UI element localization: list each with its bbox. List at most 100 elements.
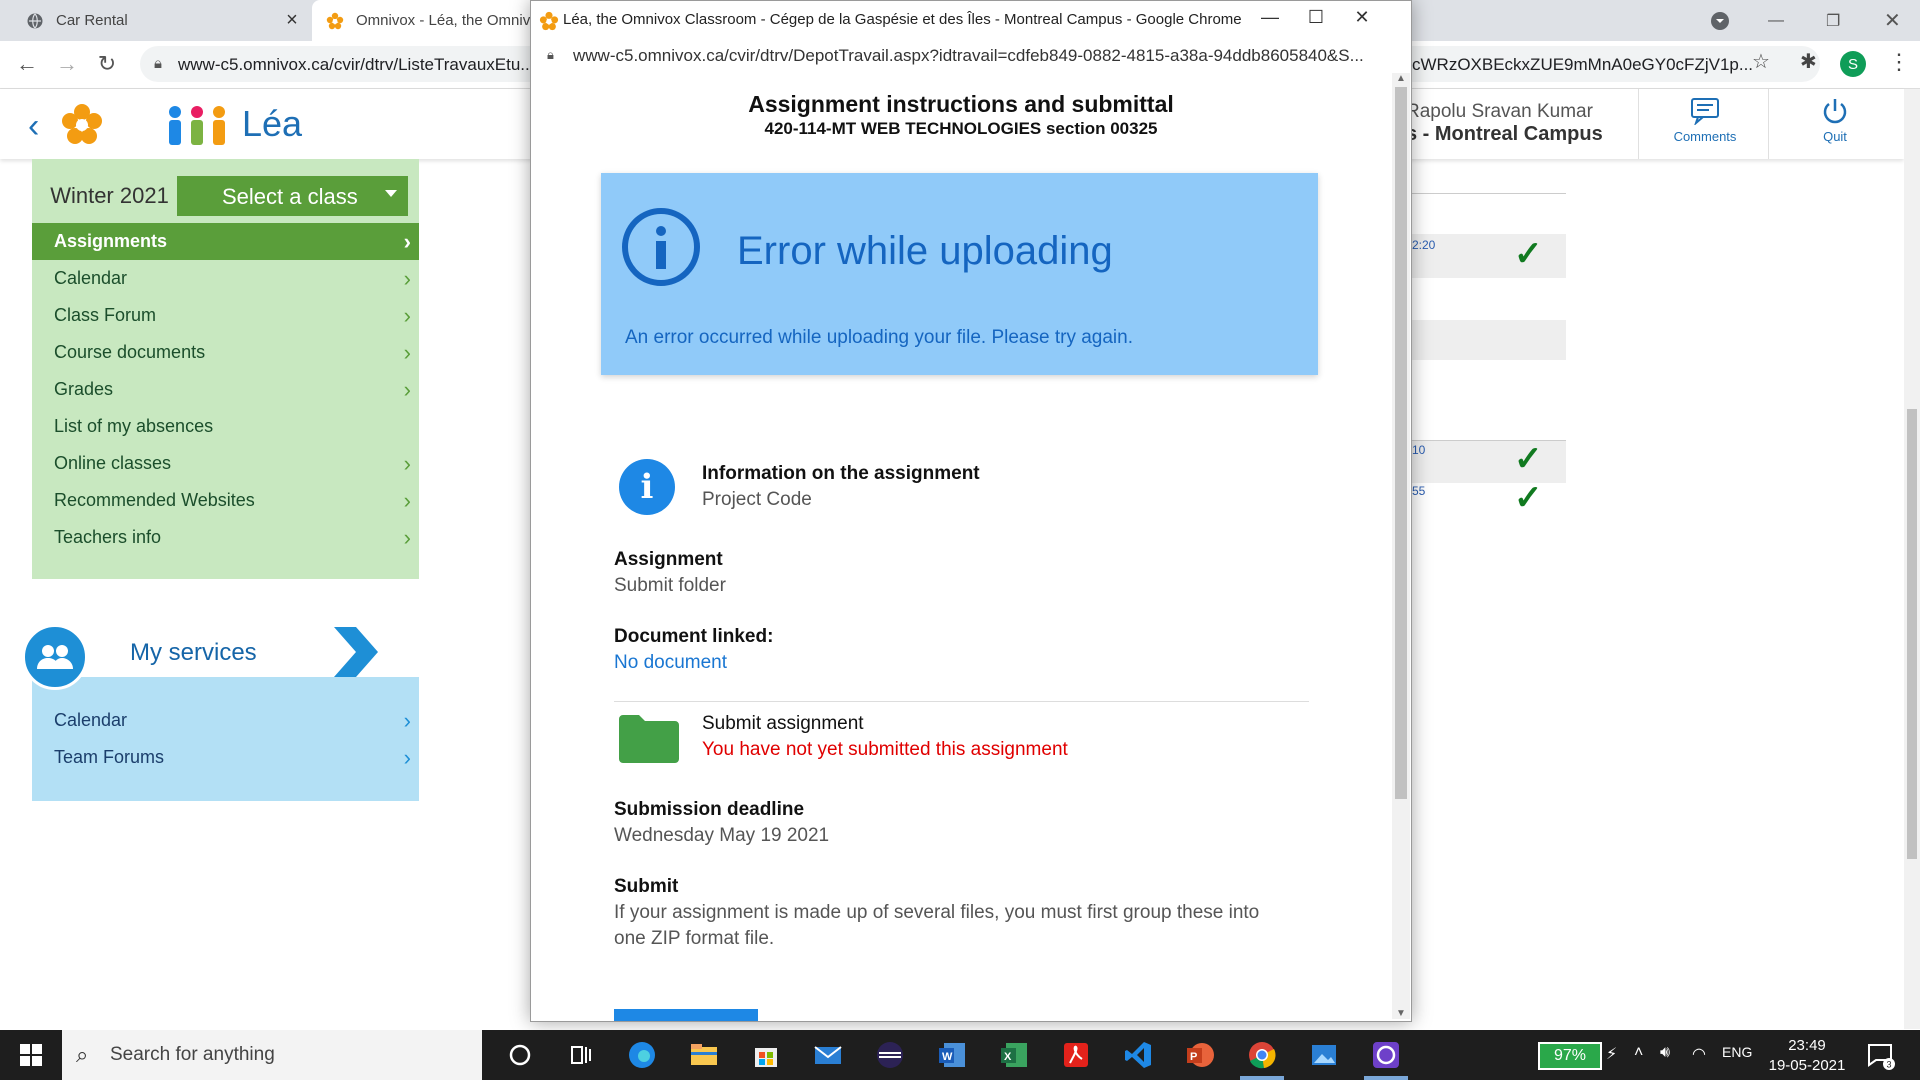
checkmark-icon: ✓ [1514, 479, 1543, 517]
tab-car-rental[interactable]: Car Rental × [12, 0, 304, 41]
service-item-label: Calendar [54, 710, 128, 730]
tab-title: Car Rental [56, 12, 128, 29]
search-icon: ⌕ [76, 1042, 89, 1067]
menu-item-label: Assignments [54, 231, 168, 251]
notification-center-icon[interactable]: 3 [1864, 1039, 1896, 1071]
battery-indicator[interactable]: 97% [1538, 1042, 1602, 1070]
vscode-icon[interactable] [1122, 1039, 1154, 1071]
class-selector[interactable]: Winter 2021 Select a class [42, 176, 408, 216]
menu-item-assignments[interactable]: Assignments › [32, 223, 419, 260]
chevron-right-icon: › [403, 451, 411, 476]
kebab-menu-icon[interactable]: ⋮ [1888, 49, 1910, 75]
document-linked-value[interactable]: No document [614, 652, 727, 674]
row-time: 2:20 [1412, 238, 1436, 252]
chevron-up-icon[interactable]: ˄ [1634, 1044, 1643, 1062]
assignment-label: Assignment [614, 549, 723, 570]
windows-start-icon[interactable] [20, 1044, 42, 1066]
system-clock[interactable]: 23:49 19-05-2021 [1767, 1036, 1847, 1076]
reload-icon[interactable]: ↻ [90, 47, 124, 81]
submit-instructions-line1: If your assignment is made up of several… [614, 902, 1260, 923]
bookmark-star-icon[interactable]: ☆ [1752, 49, 1770, 74]
chevron-right-icon: › [403, 488, 411, 513]
eclipse-icon[interactable] [874, 1039, 906, 1071]
checkmark-icon: ✓ [1514, 440, 1543, 478]
tab-search-icon[interactable] [1710, 0, 1730, 41]
select-class-label: Select a class [222, 184, 358, 209]
svg-text:X: X [1004, 1051, 1012, 1063]
service-item-calendar[interactable]: Calendar › [32, 702, 419, 739]
close-tab-icon[interactable]: × [280, 9, 304, 32]
popup-scrollbar[interactable]: ▲ ▼ [1392, 73, 1410, 1019]
task-view-icon[interactable] [564, 1039, 596, 1071]
menu-item-calendar[interactable]: Calendar › [32, 260, 419, 297]
assignment-row[interactable] [1412, 320, 1566, 360]
edge-browser-icon[interactable] [626, 1039, 658, 1071]
popup-close-button[interactable]: ✕ [1339, 7, 1385, 28]
taskbar-search-placeholder: Search for anything [110, 1044, 275, 1065]
acrobat-icon[interactable] [1060, 1039, 1092, 1071]
comment-icon [1691, 98, 1719, 125]
info-label: Information on the assignment [702, 463, 980, 484]
comments-button[interactable]: Comments [1650, 97, 1760, 144]
quit-button[interactable]: Quit [1780, 97, 1890, 144]
word-icon[interactable]: W [936, 1039, 968, 1071]
forward-arrow-icon[interactable]: → [50, 47, 84, 81]
tab-omnivox[interactable]: Omnivox - Léa, the Omniv [312, 0, 552, 41]
menu-item-grades[interactable]: Grades › [32, 371, 419, 408]
chevron-right-icon: › [403, 340, 411, 365]
menu-item-course-documents[interactable]: Course documents › [32, 334, 419, 371]
chevron-right-icon: › [403, 525, 411, 550]
menu-item-class-forum[interactable]: Class Forum › [32, 297, 419, 334]
wifi-icon[interactable]: ◠ [1692, 1044, 1706, 1064]
popup-address-bar[interactable]: 🔒︎ www-c5.omnivox.ca/cvir/dtrv/DepotTrav… [531, 41, 1411, 71]
scroll-down-arrow-icon[interactable]: ▼ [1396, 1008, 1406, 1019]
tab-title: Omnivox - Léa, the Omniv [356, 12, 531, 29]
taskbar-search-box[interactable]: ⌕ Search for anything [62, 1030, 482, 1080]
scrollbar-thumb[interactable] [1395, 87, 1407, 799]
menu-item-teachers-info[interactable]: Teachers info › [32, 519, 419, 556]
mail-icon[interactable] [812, 1039, 844, 1071]
address-bar-url-visible-tail: cWRzOXBEckxZUE9mMnA0eGY0cFZjV1p... [1412, 55, 1754, 74]
my-services-header: My services [32, 627, 419, 678]
lea-people-icon [169, 106, 225, 145]
chrome-icon[interactable] [1246, 1039, 1278, 1071]
github-desktop-icon[interactable] [1370, 1039, 1402, 1071]
scrollbar-thumb[interactable] [1907, 409, 1917, 859]
omnivox-logo[interactable] [60, 103, 104, 147]
excel-icon[interactable]: X [998, 1039, 1030, 1071]
restore-button[interactable]: ❐ [1826, 0, 1840, 41]
file-explorer-icon[interactable] [688, 1039, 720, 1071]
menu-item-online-classes[interactable]: Online classes › [32, 445, 419, 482]
close-window-button[interactable]: ✕ [1884, 0, 1901, 41]
submission-status: You have not yet submitted this assignme… [702, 739, 1068, 760]
submit-instructions-line2: one ZIP format file. [614, 928, 775, 949]
folder-icon [619, 715, 679, 763]
page-heading: Assignment instructions and submittal [748, 91, 1174, 117]
back-arrow-icon[interactable]: ← [10, 47, 44, 81]
assignment-row[interactable]: 2:20 ✓ [1412, 234, 1566, 278]
menu-item-absences[interactable]: List of my absences [32, 408, 419, 445]
service-item-team-forums[interactable]: Team Forums › [32, 739, 419, 776]
upload-error-alert: Error while uploading An error occurred … [601, 173, 1318, 375]
profile-avatar[interactable]: S [1840, 51, 1866, 77]
menu-item-recommended-websites[interactable]: Recommended Websites › [32, 482, 419, 519]
omnivox-flower-icon [539, 11, 559, 31]
popup-maximize-button[interactable]: ☐ [1293, 7, 1339, 28]
extensions-puzzle-icon[interactable]: ✱ [1800, 49, 1817, 74]
scroll-up-arrow-icon[interactable]: ▲ [1396, 73, 1406, 84]
assignment-row[interactable]: 10 ✓ [1412, 440, 1566, 483]
photos-icon[interactable] [1308, 1039, 1340, 1071]
globe-icon [27, 13, 43, 28]
powerpoint-icon[interactable]: P [1184, 1039, 1216, 1071]
minimize-button[interactable]: — [1768, 0, 1784, 41]
page-scrollbar[interactable] [1904, 89, 1920, 1029]
microsoft-store-icon[interactable] [750, 1039, 782, 1071]
speaker-icon[interactable]: 🔊︎ [1660, 1044, 1670, 1062]
upload-button[interactable] [614, 1009, 758, 1021]
notification-count: 3 [1887, 1060, 1892, 1070]
popup-minimize-button[interactable]: — [1247, 7, 1293, 28]
language-indicator[interactable]: ENG [1722, 1044, 1752, 1060]
chevron-left-icon[interactable]: ‹ [28, 107, 39, 146]
cortana-circle-icon[interactable] [504, 1039, 536, 1071]
services-people-icon [22, 624, 88, 690]
